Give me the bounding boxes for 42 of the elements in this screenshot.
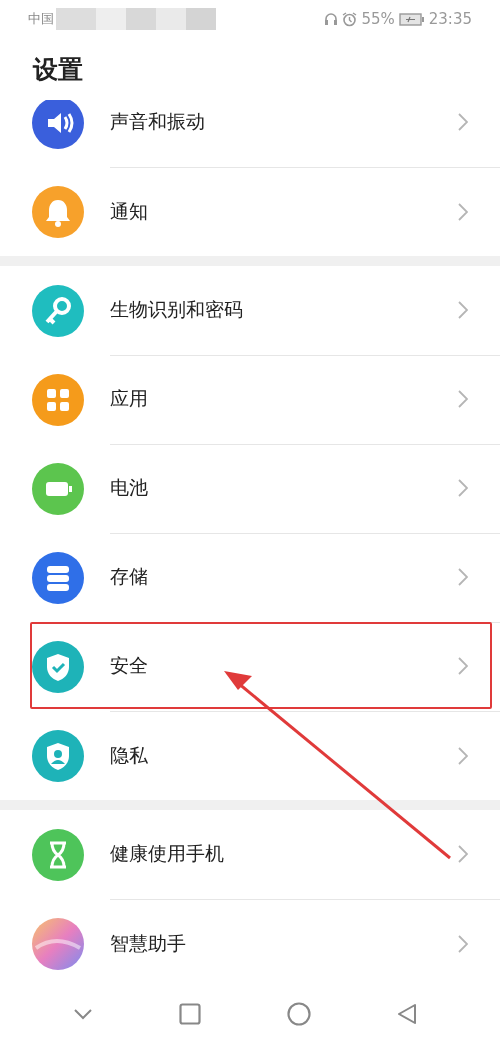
chevron-right-icon: [458, 301, 468, 319]
settings-item[interactable]: 健康使用手机: [0, 810, 500, 899]
page-title: 设置: [31, 53, 84, 86]
chevron-right-icon: [458, 934, 468, 953]
settings-item[interactable]: 安全: [0, 622, 500, 711]
assistant-orb-icon: [32, 917, 84, 970]
settings-item[interactable]: 存储: [0, 533, 500, 622]
chevron-right-icon: [458, 390, 468, 408]
chevron-right-icon: [458, 845, 468, 863]
headphones-icon: [324, 12, 339, 26]
circle-icon[interactable]: [287, 1001, 311, 1026]
alarm-icon: [342, 11, 358, 27]
item-label: 电池: [110, 475, 148, 500]
item-label: 通知: [110, 198, 148, 224]
settings-item[interactable]: 通知: [0, 167, 500, 256]
item-label: 应用: [110, 386, 148, 411]
chevron-right-icon: [458, 657, 468, 675]
chevron-down-icon[interactable]: [73, 1007, 93, 1020]
chevron-right-icon: [458, 746, 468, 765]
item-label: 隐私: [110, 742, 148, 768]
battery-percent: 55%: [361, 10, 395, 28]
item-label: 安全: [110, 653, 148, 678]
carrier-name: 中国: [28, 10, 54, 28]
settings-item[interactable]: 应用: [0, 355, 500, 444]
item-label: 健康使用手机: [110, 841, 224, 866]
chevron-right-icon: [458, 568, 468, 586]
settings-item[interactable]: 智慧助手: [0, 899, 500, 988]
item-label: 声音和振动: [110, 109, 205, 134]
square-icon[interactable]: [179, 1002, 201, 1025]
settings-item[interactable]: 电池: [0, 444, 500, 533]
item-label: 存储: [110, 564, 148, 589]
back-icon[interactable]: [397, 1002, 417, 1025]
clock-time: 23:35: [428, 10, 472, 28]
chevron-right-icon: [458, 113, 468, 131]
settings-item[interactable]: 隐私: [0, 711, 500, 800]
battery-charging-icon: [398, 12, 425, 26]
settings-item[interactable]: 生物识别和密码: [0, 266, 500, 355]
chevron-right-icon: [458, 479, 468, 497]
item-label: 生物识别和密码: [110, 297, 243, 322]
chevron-right-icon: [458, 202, 468, 221]
settings-item[interactable]: 声音和振动: [0, 100, 500, 167]
item-label: 智慧助手: [110, 930, 186, 956]
